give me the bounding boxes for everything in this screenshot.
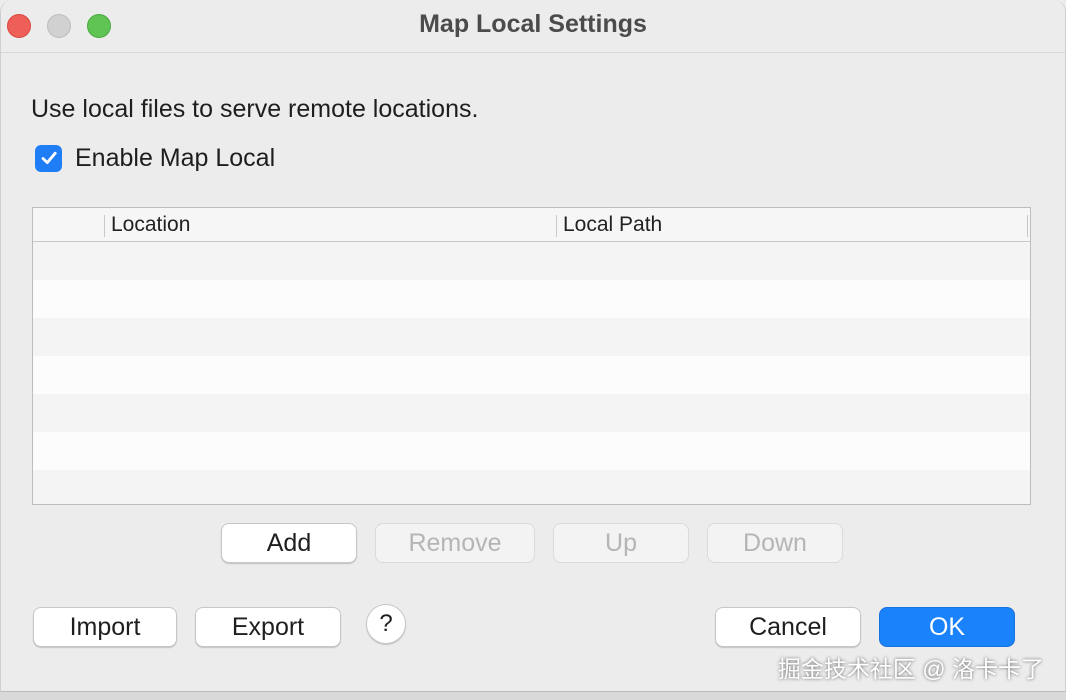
- title-bar: Map Local Settings: [1, 0, 1065, 53]
- up-button[interactable]: Up: [553, 523, 689, 563]
- column-separator: [1027, 215, 1028, 237]
- ok-button[interactable]: OK: [879, 607, 1015, 647]
- table-header: Location Local Path: [33, 208, 1030, 242]
- enable-map-local-checkbox[interactable]: [35, 144, 62, 172]
- window-bottom-edge: [0, 692, 1066, 700]
- help-button[interactable]: ?: [366, 604, 406, 644]
- table-row[interactable]: [33, 280, 1030, 318]
- description-text: Use local files to serve remote location…: [31, 95, 479, 123]
- table-row[interactable]: [33, 394, 1030, 432]
- mapping-table[interactable]: Location Local Path: [32, 207, 1031, 505]
- enable-map-local-row[interactable]: Enable Map Local: [35, 142, 275, 174]
- table-row[interactable]: [33, 432, 1030, 470]
- export-button[interactable]: Export: [195, 607, 341, 647]
- checkmark-icon: [41, 151, 57, 164]
- map-local-settings-window: Map Local Settings Use local files to se…: [0, 0, 1066, 692]
- import-button[interactable]: Import: [33, 607, 177, 647]
- table-row[interactable]: [33, 242, 1030, 280]
- column-separator: [556, 215, 557, 237]
- column-header-location[interactable]: Location: [111, 208, 190, 241]
- remove-button[interactable]: Remove: [375, 523, 535, 563]
- window-title: Map Local Settings: [419, 10, 647, 38]
- watermark-text: 掘金技术社区 @ 洛卡卡了: [777, 656, 1044, 682]
- column-header-local-path[interactable]: Local Path: [563, 208, 662, 241]
- cancel-button[interactable]: Cancel: [715, 607, 861, 647]
- add-button[interactable]: Add: [221, 523, 357, 563]
- table-row[interactable]: [33, 470, 1030, 504]
- down-button[interactable]: Down: [707, 523, 843, 563]
- table-row[interactable]: [33, 318, 1030, 356]
- column-separator: [104, 215, 105, 237]
- table-row[interactable]: [33, 356, 1030, 394]
- enable-map-local-label: Enable Map Local: [75, 143, 276, 172]
